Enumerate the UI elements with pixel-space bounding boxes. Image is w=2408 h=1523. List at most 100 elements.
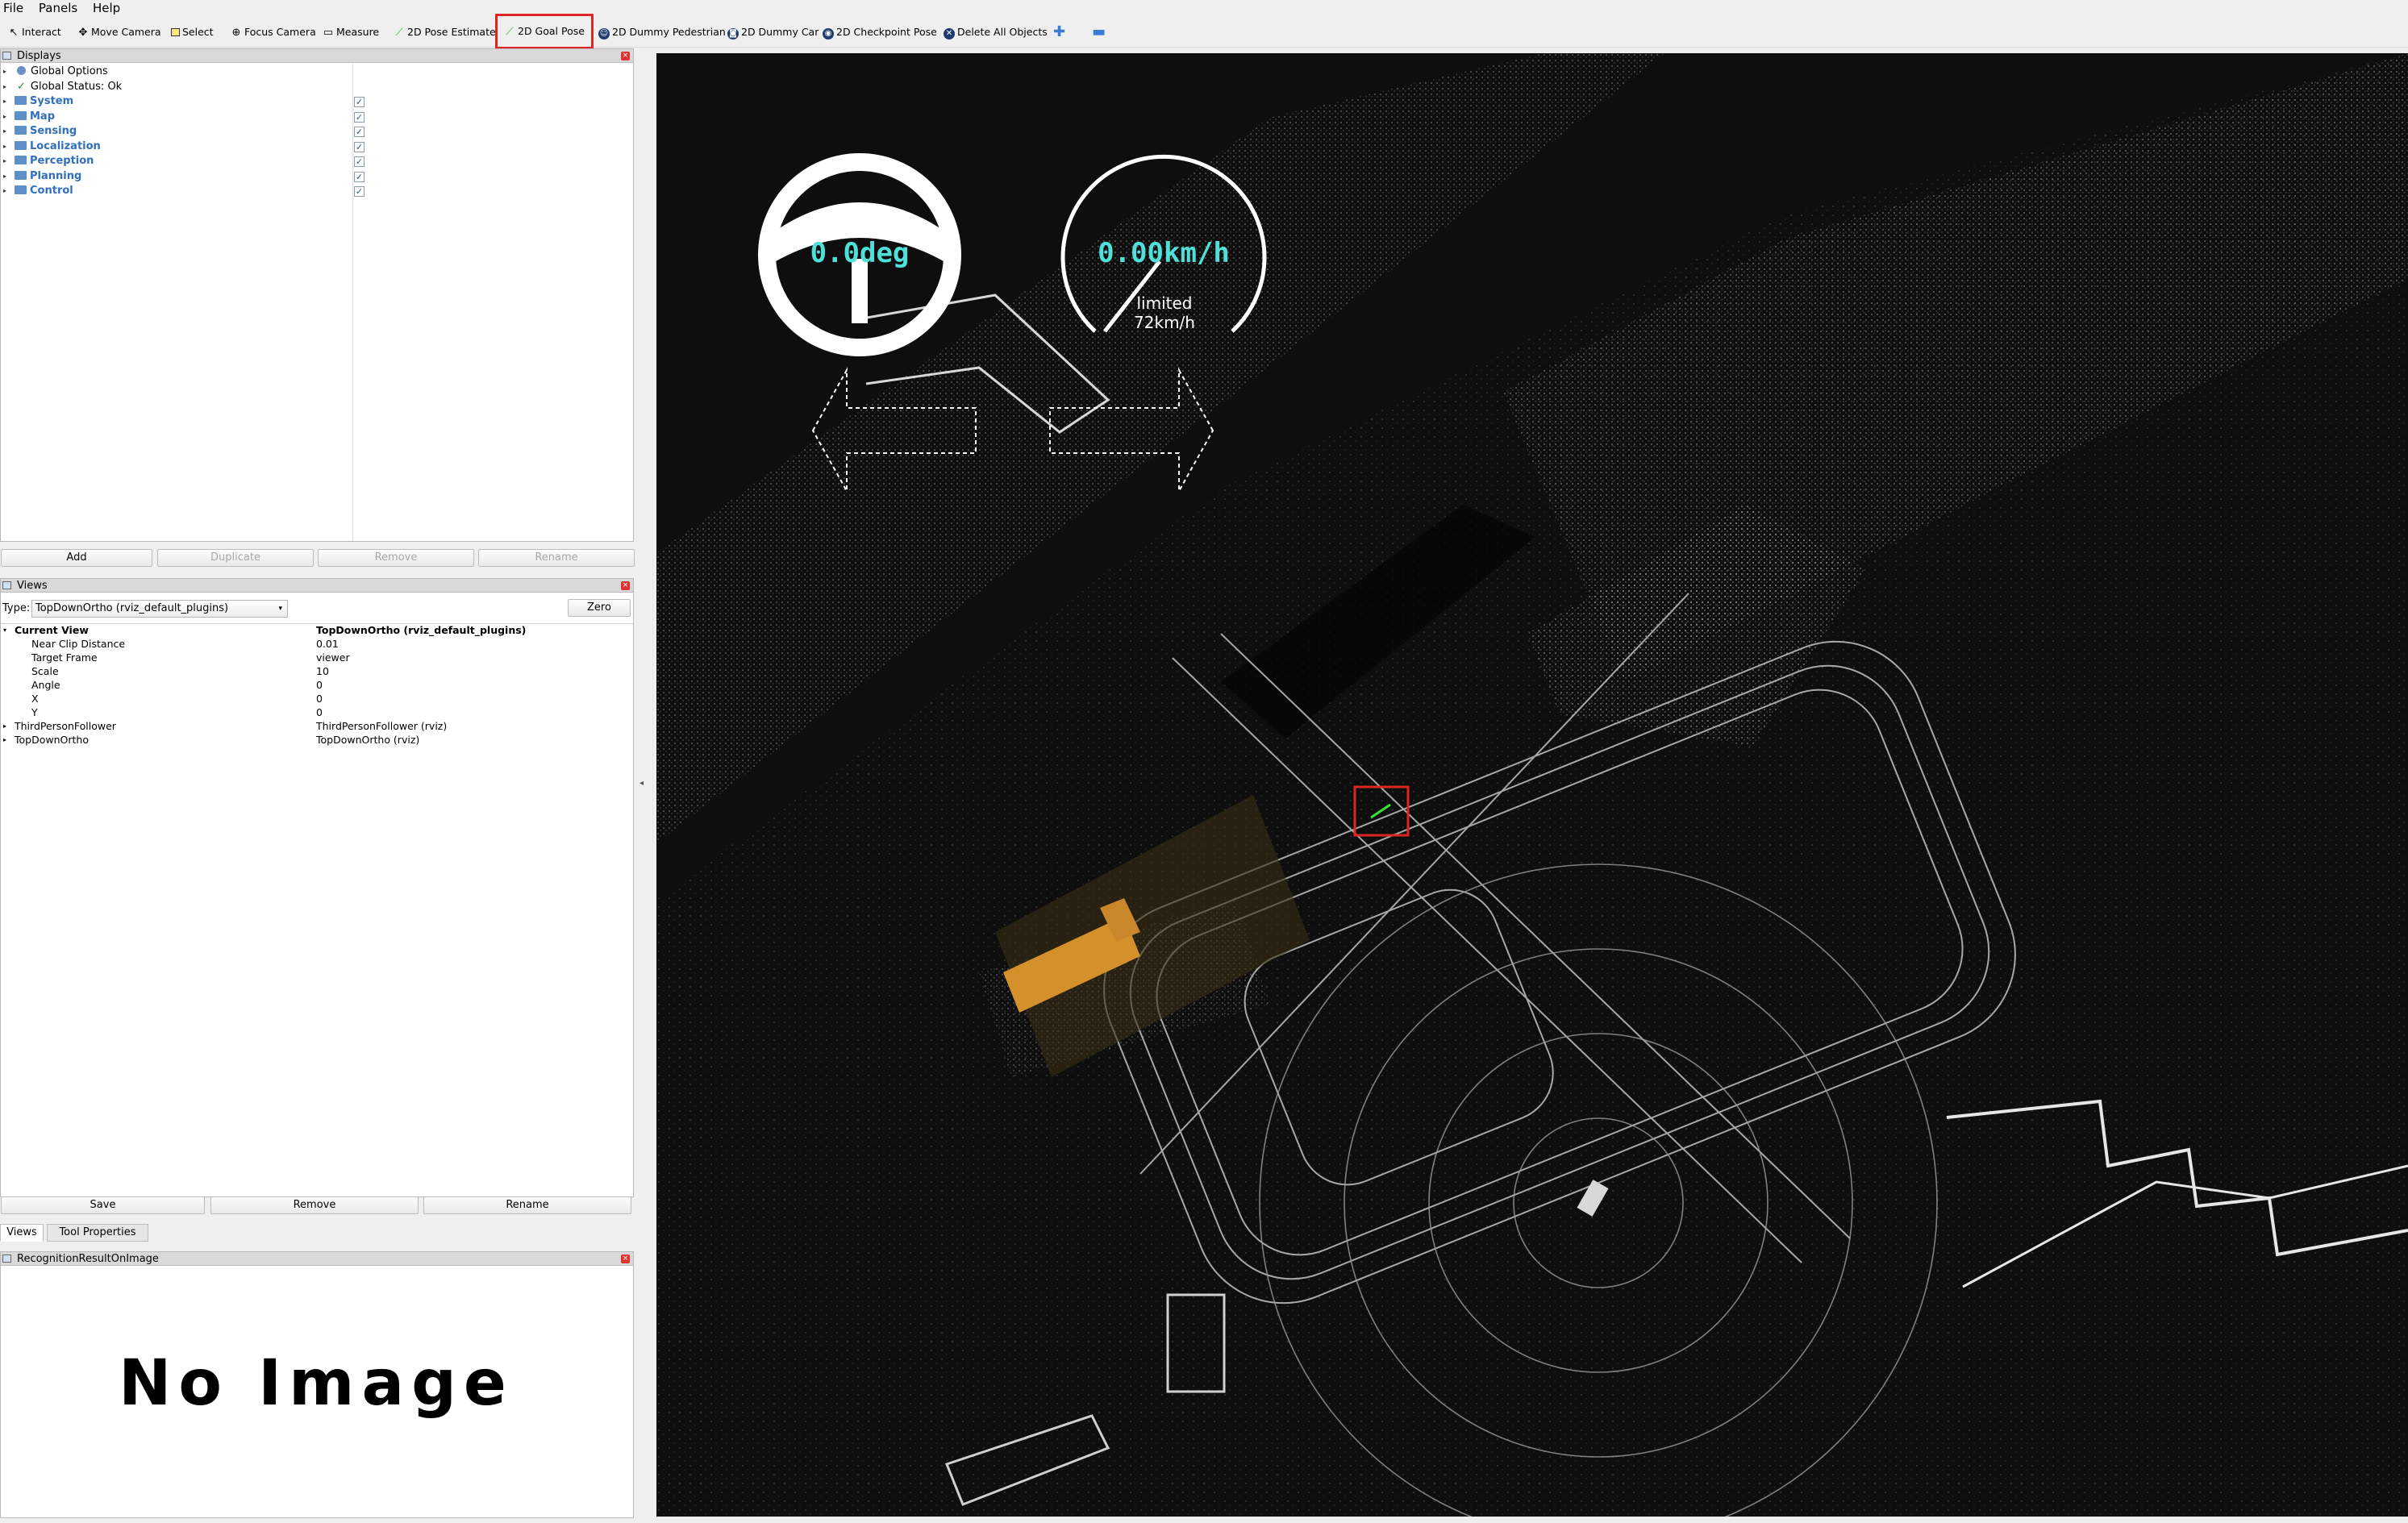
panel-icon	[2, 52, 11, 60]
display-item-map[interactable]: ▸ Map ✓	[1, 110, 630, 125]
zero-button[interactable]: Zero	[568, 599, 631, 617]
view-type-label: Type:	[2, 602, 31, 614]
tab-tool-properties[interactable]: Tool Properties	[47, 1224, 148, 1242]
map-render	[656, 53, 2408, 1517]
measure-tool-button[interactable]: ▭ Measure	[319, 20, 379, 44]
move-camera-tool-button[interactable]: ✥ Move Camera	[74, 20, 161, 44]
displays-panel: Displays × ▸ Global Options ▸ ✓ Global St…	[0, 48, 635, 567]
saved-view-key[interactable]: TopDownOrtho	[15, 734, 89, 747]
expand-arrow-icon[interactable]: ▸	[3, 64, 6, 80]
view-prop-key: Y	[31, 706, 38, 718]
add-tool-icon[interactable]: ✚	[1050, 20, 1065, 44]
remove-tool-icon[interactable]: ▬	[1089, 20, 1106, 44]
image-panel: RecognitionResultOnImage × No Image	[0, 1251, 634, 1518]
view-prop-value[interactable]: 0	[316, 693, 323, 706]
checkpoint-pose-tool-button[interactable]: ◉ 2D Checkpoint Pose	[819, 20, 937, 44]
view-prop-key: Target Frame	[31, 651, 98, 664]
chevron-down-icon: ▾	[278, 605, 282, 613]
view-prop-value[interactable]: viewer	[316, 651, 350, 665]
expand-arrow-icon[interactable]: ▸	[3, 169, 6, 185]
display-enabled-checkbox[interactable]: ✓	[354, 141, 365, 152]
display-enabled-checkbox[interactable]: ✓	[354, 186, 365, 197]
display-item-localization[interactable]: ▸ Localization ✓	[1, 139, 630, 155]
view-prop-key: Scale	[31, 665, 59, 677]
expand-arrow-icon[interactable]: ▸	[3, 139, 6, 155]
global-options-row[interactable]: ▸ Global Options	[1, 64, 108, 80]
duplicate-display-button[interactable]: Duplicate	[157, 549, 314, 567]
display-item-perception[interactable]: ▸ Perception ✓	[1, 154, 630, 169]
image-view: No Image	[4, 1270, 628, 1514]
pose-estimate-tool-button[interactable]: ⟋ 2D Pose Estimate	[390, 20, 495, 44]
saved-view-key[interactable]: ThirdPersonFollower	[15, 720, 116, 734]
displays-title-bar: Displays ×	[1, 49, 633, 63]
rviz-3d-viewport[interactable]: 0.0deg 0.00km/h limited 72km/h	[656, 53, 2408, 1517]
display-item-control[interactable]: ▸ Control ✓	[1, 184, 630, 199]
display-enabled-checkbox[interactable]: ✓	[354, 156, 365, 167]
display-enabled-checkbox[interactable]: ✓	[354, 97, 365, 107]
dummy-car-tool-button[interactable]: ◙ 2D Dummy Car	[724, 20, 819, 44]
folder-icon	[15, 156, 27, 164]
expand-arrow-icon[interactable]: ▸	[3, 80, 6, 95]
view-prop-value[interactable]: 10	[316, 665, 329, 679]
expand-arrow-icon[interactable]: ▸	[3, 110, 6, 125]
delete-all-objects-tool-button[interactable]: ✕ Delete All Objects	[940, 20, 1048, 44]
folder-icon	[15, 170, 27, 180]
collapse-arrow-icon[interactable]: ▾	[3, 624, 6, 638]
view-prop-value[interactable]: 0	[316, 679, 323, 693]
menu-file[interactable]: File	[3, 1, 23, 15]
display-item-sensing[interactable]: ▸ Sensing ✓	[1, 124, 630, 139]
splitter-handle[interactable]: ◂	[639, 779, 644, 788]
display-enabled-checkbox[interactable]: ✓	[354, 127, 365, 137]
views-title-bar: Views ×	[1, 579, 633, 593]
expand-arrow-icon[interactable]: ▸	[3, 124, 6, 139]
crosshair-icon: ⊕	[231, 27, 241, 39]
save-view-button[interactable]: Save	[1, 1196, 205, 1214]
remove-view-button[interactable]: Remove	[210, 1196, 419, 1214]
folder-icon	[15, 140, 27, 150]
folder-icon	[15, 185, 27, 194]
close-icon[interactable]: ×	[621, 52, 630, 60]
current-view-label: Current View	[15, 624, 89, 636]
expand-arrow-icon[interactable]: ▸	[3, 734, 6, 747]
expand-arrow-icon[interactable]: ▸	[3, 720, 6, 734]
select-tool-button[interactable]: Select	[168, 20, 214, 44]
view-prop-key: Near Clip Distance	[31, 638, 126, 650]
check-icon: ✓	[17, 80, 26, 93]
focus-camera-tool-button[interactable]: ⊕ Focus Camera	[227, 20, 316, 44]
speed-readout: 0.00km/h	[1098, 237, 1230, 269]
no-image-text: No Image	[119, 1347, 514, 1420]
display-enabled-checkbox[interactable]: ✓	[354, 171, 365, 182]
expand-arrow-icon[interactable]: ▸	[3, 94, 6, 110]
expand-arrow-icon[interactable]: ▸	[3, 154, 6, 169]
dummy-pedestrian-tool-button[interactable]: ☺ 2D Dummy Pedestrian	[595, 20, 726, 44]
move-icon: ✥	[78, 27, 88, 39]
tab-views[interactable]: Views	[0, 1224, 44, 1242]
display-item-planning[interactable]: ▸ Planning ✓	[1, 169, 630, 185]
add-display-button[interactable]: Add	[1, 549, 152, 567]
globe-icon	[17, 66, 26, 75]
view-prop-key: Angle	[31, 679, 60, 691]
delete-icon: ✕	[944, 28, 955, 40]
close-icon[interactable]: ×	[621, 581, 630, 590]
display-enabled-checkbox[interactable]: ✓	[354, 111, 365, 123]
rename-display-button[interactable]: Rename	[478, 549, 635, 567]
close-icon[interactable]: ×	[621, 1255, 630, 1263]
view-type-select[interactable]: TopDownOrtho (rviz_default_plugins) ▾	[31, 600, 288, 618]
global-status-row[interactable]: ▸ ✓ Global Status: Ok	[1, 80, 122, 95]
view-prop-key: X	[31, 693, 39, 705]
view-prop-value[interactable]: 0	[316, 706, 323, 720]
display-item-system[interactable]: ▸ System ✓	[1, 94, 630, 110]
steering-angle-readout: 0.0deg	[810, 237, 910, 269]
rename-view-button[interactable]: Rename	[423, 1196, 631, 1214]
expand-arrow-icon[interactable]: ▸	[3, 184, 6, 199]
toolbar: ↖ Interact ✥ Move Camera Select ⊕ Focus Cam…	[0, 14, 2408, 49]
menu-panels[interactable]: Panels	[39, 1, 77, 15]
views-title: Views	[17, 580, 48, 592]
speed-limit-value: 72km/h	[1134, 313, 1195, 332]
panel-icon	[2, 581, 11, 589]
remove-display-button[interactable]: Remove	[318, 549, 474, 567]
goal-pose-tool-button[interactable]: ⟋ 2D Goal Pose	[495, 14, 594, 49]
view-prop-value[interactable]: 0.01	[316, 638, 339, 651]
menu-help[interactable]: Help	[93, 1, 120, 15]
interact-tool-button[interactable]: ↖ Interact	[5, 20, 61, 44]
